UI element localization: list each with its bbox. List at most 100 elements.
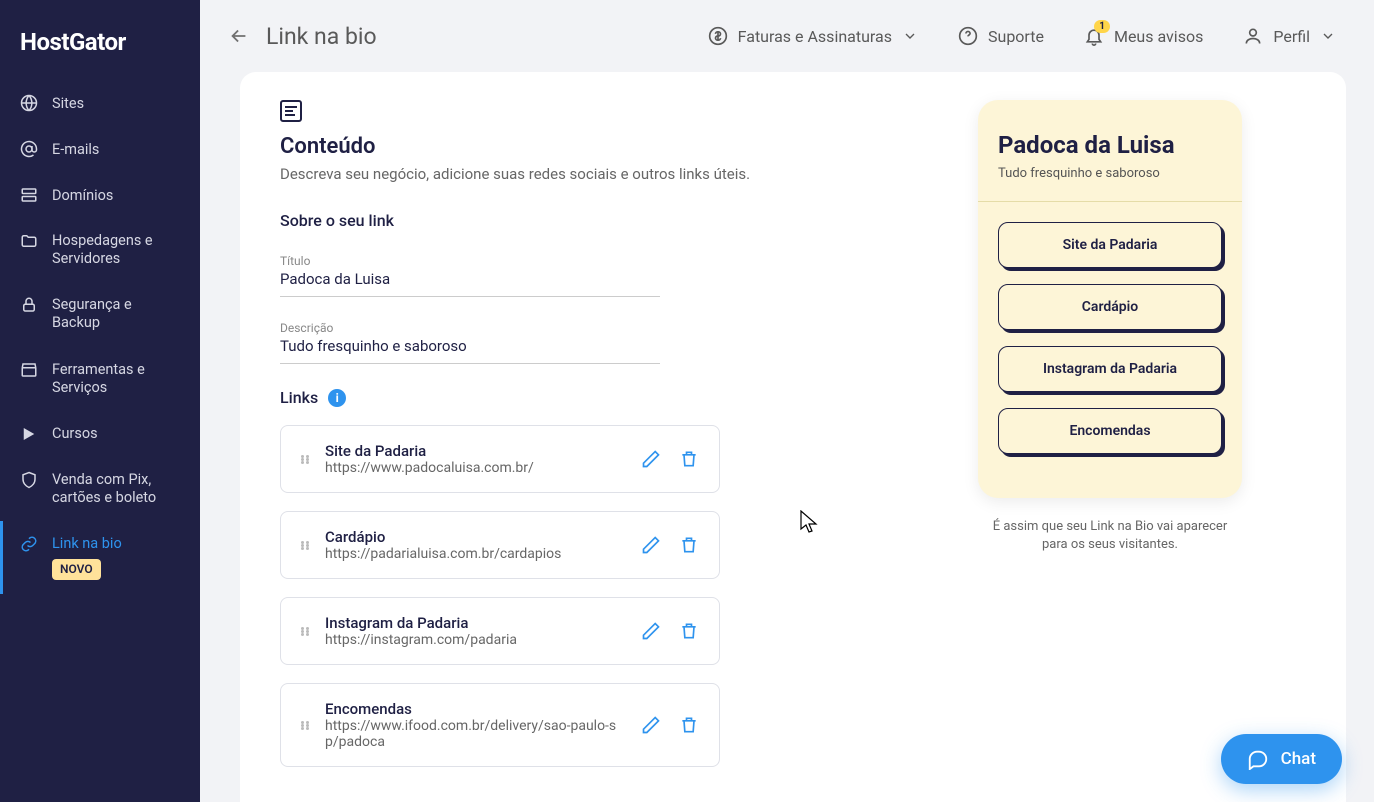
title-label: Título [280, 254, 660, 268]
support-label: Suporte [988, 27, 1044, 46]
store-icon [20, 361, 38, 379]
section-desc: Descreva seu negócio, adicione suas rede… [280, 165, 900, 183]
sidebar-item-label: Venda com Pix, cartões e boleto [52, 471, 180, 507]
drag-handle-icon[interactable] [301, 721, 309, 730]
preview-link-button[interactable]: Cardápio [998, 284, 1222, 330]
sidebar-item-label: Sites [52, 95, 84, 112]
sidebar-item-sell[interactable]: Venda com Pix, cartões e boleto [0, 457, 200, 521]
sidebar-item-label: Cursos [52, 425, 98, 442]
title-field[interactable]: Título Padoca da Luisa [280, 248, 660, 297]
link-title: Cardápio [325, 528, 625, 546]
link-card: Instagram da Padaria https://instagram.c… [280, 597, 720, 665]
profile-menu[interactable]: Perfil [1233, 20, 1346, 52]
link-url: https://www.padocaluisa.com.br/ [325, 460, 625, 476]
preview-buttons: Site da Padaria Cardápio Instagram da Pada… [998, 222, 1222, 454]
nav-list: Sites E-mails Domínios Hospedagens e Ser… [0, 80, 200, 594]
back-nav[interactable]: Link na bio [228, 23, 377, 50]
sidebar: HostGator Sites E-mails Domínios Hospeda… [0, 0, 200, 802]
link-card: Cardápio https://padarialuisa.com.br/car… [280, 511, 720, 579]
link-card: Encomendas https://www.ifood.com.br/deli… [280, 683, 720, 767]
edit-link-button[interactable] [641, 715, 661, 735]
sidebar-item-tools[interactable]: Ferramentas e Serviços [0, 347, 200, 411]
chat-icon [1247, 748, 1269, 770]
server-icon [20, 186, 38, 204]
sidebar-item-hosting[interactable]: Hospedagens e Servidores [0, 218, 200, 282]
delete-link-button[interactable] [679, 621, 699, 641]
notices-button[interactable]: 1 Meus avisos [1074, 20, 1213, 52]
desc-label: Descrição [280, 321, 660, 335]
sidebar-item-courses[interactable]: Cursos [0, 411, 200, 457]
preview-link-button[interactable]: Site da Padaria [998, 222, 1222, 268]
edit-link-button[interactable] [641, 621, 661, 641]
preview-card: Padoca da Luisa Tudo fresquinho e saboro… [978, 100, 1242, 498]
notices-label: Meus avisos [1114, 27, 1203, 46]
lock-icon [20, 296, 38, 314]
sidebar-item-label: Domínios [52, 187, 113, 204]
content-column: Conteúdo Descreva seu negócio, adicione … [280, 100, 900, 774]
topbar: Link na bio Faturas e Assinaturas Suport… [200, 0, 1374, 72]
links-list: Site da Padaria https://www.padocaluisa.… [280, 425, 900, 767]
sidebar-item-linkbio[interactable]: Link na bio NOVO [0, 521, 200, 594]
delete-link-button[interactable] [679, 535, 699, 555]
description-field[interactable]: Descrição Tudo fresquinho e saboroso [280, 315, 660, 364]
profile-label: Perfil [1273, 27, 1310, 46]
sidebar-item-domains[interactable]: Domínios [0, 172, 200, 218]
drag-handle-icon[interactable] [301, 541, 309, 550]
help-icon [958, 26, 978, 46]
preview-column: Padoca da Luisa Tudo fresquinho e saboro… [960, 100, 1260, 774]
edit-link-button[interactable] [641, 535, 661, 555]
preview-link-button[interactable]: Encomendas [998, 408, 1222, 454]
chat-button[interactable]: Chat [1221, 734, 1342, 784]
link-url: https://padarialuisa.com.br/cardapios [325, 546, 625, 562]
content-card: Conteúdo Descreva seu negócio, adicione … [240, 72, 1346, 802]
billing-menu[interactable]: Faturas e Assinaturas [698, 20, 928, 52]
document-icon [280, 100, 302, 122]
folder-icon [20, 232, 38, 250]
preview-title: Padoca da Luisa [998, 130, 1222, 160]
sidebar-item-sites[interactable]: Sites [0, 80, 200, 126]
arrow-left-icon [228, 25, 250, 47]
link-url: https://www.ifood.com.br/delivery/sao-pa… [325, 718, 625, 750]
page-title: Link na bio [266, 23, 377, 50]
link-title: Site da Padaria [325, 442, 625, 460]
link-url: https://instagram.com/padaria [325, 632, 625, 648]
dollar-icon [708, 26, 728, 46]
sidebar-item-label: Link na bio [52, 535, 122, 553]
link-icon [20, 535, 38, 553]
link-card: Site da Padaria https://www.padocaluisa.… [280, 425, 720, 493]
link-title: Encomendas [325, 700, 625, 718]
title-value: Padoca da Luisa [280, 270, 660, 288]
delete-link-button[interactable] [679, 715, 699, 735]
billing-label: Faturas e Assinaturas [738, 27, 892, 46]
notices-badge: 1 [1094, 20, 1110, 33]
sidebar-item-label: E-mails [52, 141, 99, 158]
info-icon[interactable]: i [328, 389, 346, 407]
at-icon [20, 140, 38, 158]
chat-label: Chat [1281, 749, 1316, 769]
section-heading: Conteúdo [280, 134, 900, 159]
brand-logo: HostGator [0, 16, 200, 80]
play-icon [20, 425, 38, 443]
link-title: Instagram da Padaria [325, 614, 625, 632]
sidebar-item-label: Ferramentas e Serviços [52, 361, 180, 397]
drag-handle-icon[interactable] [301, 627, 309, 636]
drag-handle-icon[interactable] [301, 455, 309, 464]
shield-icon [20, 471, 38, 489]
delete-link-button[interactable] [679, 449, 699, 469]
support-button[interactable]: Suporte [948, 20, 1054, 52]
chevron-down-icon [1320, 28, 1336, 44]
preview-caption: É assim que seu Link na Bio vai aparecer… [990, 518, 1230, 554]
edit-link-button[interactable] [641, 449, 661, 469]
new-badge: NOVO [52, 559, 101, 580]
user-icon [1243, 26, 1263, 46]
chevron-down-icon [902, 28, 918, 44]
preview-link-button[interactable]: Instagram da Padaria [998, 346, 1222, 392]
about-heading: Sobre o seu link [280, 211, 900, 230]
sidebar-item-label: Hospedagens e Servidores [52, 232, 180, 268]
globe-icon [20, 94, 38, 112]
sidebar-item-label: Segurança e Backup [52, 296, 180, 332]
desc-value: Tudo fresquinho e saboroso [280, 337, 660, 355]
sidebar-item-security[interactable]: Segurança e Backup [0, 282, 200, 346]
links-heading: Links [280, 388, 318, 407]
sidebar-item-emails[interactable]: E-mails [0, 126, 200, 172]
